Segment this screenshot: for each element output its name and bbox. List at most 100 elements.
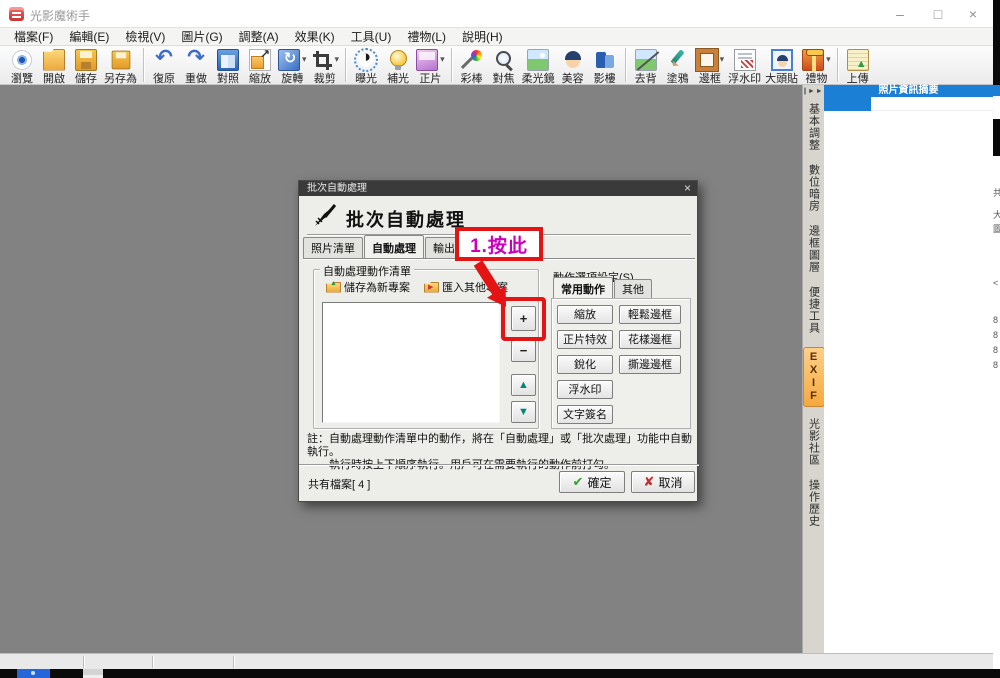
cancel-button[interactable]: ✘ 取消 bbox=[631, 471, 695, 493]
menu-item-adjust[interactable]: 調整(A) bbox=[231, 27, 287, 46]
toolbar-button-frame[interactable]: ▾邊框 bbox=[694, 47, 727, 87]
toolbar-button-save-floppy[interactable]: 儲存 bbox=[70, 47, 102, 87]
toolbar-button-watermark[interactable]: 浮水印 bbox=[726, 47, 763, 87]
film-effect-button[interactable]: 正片特效 bbox=[557, 330, 613, 349]
maximize-button[interactable]: □ bbox=[923, 5, 953, 23]
toolbar-button-remove-background[interactable]: 去背 bbox=[630, 47, 662, 87]
sidebar-tab-handy-tools[interactable]: 便捷工具 bbox=[805, 286, 823, 334]
watermark-button[interactable]: 浮水印 bbox=[557, 380, 613, 399]
resize-icon bbox=[249, 49, 271, 71]
easy-frame-button[interactable]: 輕鬆邊框 bbox=[619, 305, 681, 324]
right-edge-blue bbox=[993, 85, 1000, 96]
menu-bar: 檔案(F)編輯(E)檢視(V)圖片(G)調整(A)效果(K)工具(U)禮物(L)… bbox=[0, 28, 993, 46]
redo-arrow-icon bbox=[185, 49, 207, 71]
dropdown-arrow-icon[interactable]: ▾ bbox=[440, 54, 445, 65]
save-as-new-project-link[interactable]: 儲存為新專案 bbox=[326, 279, 410, 295]
toolbar-button-open-folder[interactable]: 開啟 bbox=[38, 47, 70, 87]
toolbar-button-crop[interactable]: ▾裁剪 bbox=[309, 47, 342, 87]
toolbar-button-compare-windows[interactable]: 對照 bbox=[212, 47, 244, 87]
sidebar-tab-exif[interactable]: EXIF bbox=[803, 347, 825, 407]
toolbar-button-photo-sticker[interactable]: 大頭貼 bbox=[763, 47, 800, 87]
close-button[interactable]: × bbox=[958, 5, 988, 23]
toolbar-button-redo-arrow[interactable]: 重做 bbox=[180, 47, 212, 87]
toolbar-button-color-wand[interactable]: 彩棒 bbox=[456, 47, 488, 87]
exif-panel-header: 照片資訊摘要 bbox=[824, 85, 993, 97]
dropdown-arrow-icon[interactable]: ▾ bbox=[826, 54, 831, 65]
batch-brush-icon bbox=[313, 204, 337, 228]
move-up-button[interactable]: ▲ bbox=[511, 374, 536, 396]
toolbar-button-exposure[interactable]: 曝光 bbox=[350, 47, 382, 87]
window-edge-text-fragment: 8 bbox=[993, 345, 1000, 355]
toolbar-button-label: 縮放 bbox=[249, 70, 271, 86]
toolbar-button-label: 對焦 bbox=[493, 70, 515, 86]
minimize-button[interactable]: – bbox=[885, 5, 915, 23]
toolbar-button-browse-eye[interactable]: 瀏覽 bbox=[6, 47, 38, 87]
divider bbox=[299, 464, 699, 466]
toolbar-button-label: 禮物 bbox=[805, 70, 827, 86]
menu-item-picture[interactable]: 圖片(G) bbox=[173, 27, 230, 46]
action-listbox[interactable] bbox=[322, 302, 500, 423]
add-action-button[interactable]: + bbox=[511, 306, 536, 331]
toolbar-button-label: 上傳 bbox=[847, 70, 869, 86]
menu-item-edit[interactable]: 編輯(E) bbox=[61, 27, 117, 46]
options-tab-other[interactable]: 其他 bbox=[614, 279, 652, 298]
toolbar-button-doodle-pen[interactable]: 塗鴉 bbox=[662, 47, 694, 87]
dialog-tab-photo-list[interactable]: 照片清單 bbox=[303, 237, 363, 258]
toolbar-button-undo-arrow[interactable]: 復原 bbox=[148, 47, 180, 87]
remove-action-button[interactable]: − bbox=[511, 340, 536, 362]
sidebar-tab-basic-adjust[interactable]: 基本調整 bbox=[805, 103, 823, 151]
sidebar-tab-history[interactable]: 操作歷史 bbox=[805, 479, 823, 527]
toolbar-button-fill-light-bulb[interactable]: 補光 bbox=[382, 47, 414, 87]
toolbar-button-label: 浮水印 bbox=[728, 70, 761, 86]
taskbar-app-button[interactable] bbox=[83, 669, 103, 678]
status-bar bbox=[0, 653, 1000, 669]
dialog-titlebar[interactable]: 批次自動處理 bbox=[299, 181, 697, 196]
cancel-button-label: 取消 bbox=[658, 474, 682, 491]
browse-eye-icon bbox=[11, 49, 33, 71]
sidebar-collapse-icon[interactable]: ∥►► bbox=[803, 85, 823, 103]
toolbar-button-upload[interactable]: 上傳 bbox=[842, 47, 874, 87]
dialog-note: 註：自動處理動作清單中的動作，將在「自動處理」或「批次處理」功能中自動執行。 執… bbox=[307, 433, 697, 472]
menu-item-view[interactable]: 檢視(V) bbox=[117, 27, 173, 46]
dropdown-arrow-icon[interactable]: ▾ bbox=[302, 54, 307, 65]
toolbar-button-positive-film[interactable]: ▾正片 bbox=[414, 47, 447, 87]
sidebar-tab-digital-darkroom[interactable]: 數位暗房 bbox=[805, 164, 823, 212]
sidebar-tab-frame-layers[interactable]: 邊框圖層 bbox=[805, 225, 823, 273]
action-options-group: 動作選項設定(S) 常用動作其他 縮放輕鬆邊框正片特效花樣邊框銳化撕邊邊框浮水印… bbox=[549, 269, 693, 429]
dropdown-arrow-icon[interactable]: ▾ bbox=[335, 54, 340, 65]
menu-item-file[interactable]: 檔案(F) bbox=[6, 27, 61, 46]
toolbar-button-save-as-floppy[interactable]: 另存為 bbox=[102, 47, 139, 87]
menu-item-effects[interactable]: 效果(K) bbox=[287, 27, 343, 46]
taskbar-app-button[interactable] bbox=[17, 669, 50, 678]
options-tab-common-actions[interactable]: 常用動作 bbox=[553, 277, 613, 298]
action-list-group-label: 自動處理動作清單 bbox=[320, 263, 414, 279]
sidebar-tab-community[interactable]: 光影社區 bbox=[805, 418, 823, 466]
menu-item-help[interactable]: 說明(H) bbox=[454, 27, 511, 46]
toolbar-button-focus-magnifier[interactable]: 對焦 bbox=[488, 47, 520, 87]
dropdown-arrow-icon[interactable]: ▾ bbox=[720, 54, 725, 65]
menu-item-tools[interactable]: 工具(U) bbox=[343, 27, 400, 46]
dialog-tab-auto-process[interactable]: 自動處理 bbox=[364, 235, 424, 258]
menu-item-gifts[interactable]: 禮物(L) bbox=[399, 27, 454, 46]
text-signature-button[interactable]: 文字簽名 bbox=[557, 405, 613, 424]
toolbar-button-rotate[interactable]: ▾旋轉 bbox=[276, 47, 309, 87]
sharpen-button[interactable]: 銳化 bbox=[557, 355, 613, 374]
screen: 光影魔術手 – □ × 檔案(F)編輯(E)檢視(V)圖片(G)調整(A)效果(… bbox=[0, 0, 1000, 678]
new-project-folder-icon bbox=[326, 282, 341, 293]
torn-edge-frame-button[interactable]: 撕邊邊框 bbox=[619, 355, 681, 374]
remove-background-icon bbox=[635, 49, 657, 71]
toolbar-button-resize[interactable]: 縮放 bbox=[244, 47, 276, 87]
toolbar-button-studio[interactable]: 影樓 bbox=[589, 47, 621, 87]
dialog-close-icon[interactable]: × bbox=[684, 181, 691, 196]
pattern-frame-button[interactable]: 花樣邊框 bbox=[619, 330, 681, 349]
app-logo-icon bbox=[9, 7, 24, 21]
note-line-1: 註：自動處理動作清單中的動作，將在「自動處理」或「批次處理」功能中自動執行。 bbox=[307, 433, 697, 459]
ok-button[interactable]: ✔ 確定 bbox=[559, 471, 625, 493]
scale-button[interactable]: 縮放 bbox=[557, 305, 613, 324]
toolbar-button-beauty-face[interactable]: 美容 bbox=[557, 47, 589, 87]
toolbar-button-soft-lens[interactable]: 柔光鏡 bbox=[520, 47, 557, 87]
move-down-button[interactable]: ▼ bbox=[511, 401, 536, 423]
toolbar-button-gift[interactable]: ▾ 禮物 bbox=[800, 47, 833, 87]
import-other-project-link[interactable]: 匯入其他專案 bbox=[424, 279, 508, 295]
toolbar-button-label: 影樓 bbox=[594, 70, 616, 86]
